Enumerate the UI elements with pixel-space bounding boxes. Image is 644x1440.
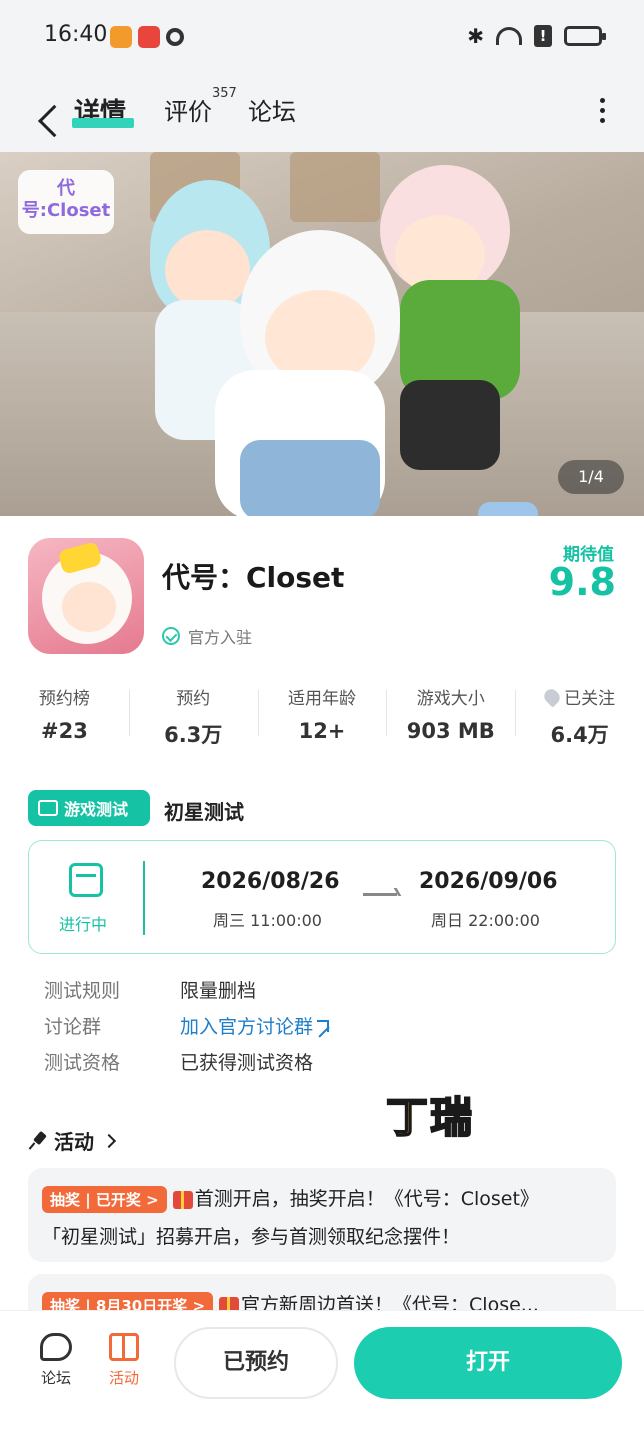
active-tab-indicator [72, 118, 134, 128]
official-badge: 官方入驻 [162, 624, 252, 648]
calendar-icon [69, 863, 103, 897]
bottom-activity-button[interactable]: 活动 [96, 1333, 152, 1388]
stat-reservations: 预约 6.3万 [128, 684, 258, 747]
test-qualification-row: 测试资格 已获得测试资格 [44, 1052, 314, 1074]
stat-rank[interactable]: 预约榜 #23 [0, 684, 129, 746]
external-link-icon [317, 1019, 330, 1032]
app-notification-icon [110, 26, 132, 48]
start-time: 周三 11:00:00 [213, 911, 322, 930]
more-options-icon[interactable] [600, 98, 606, 128]
test-rule-row: 测试规则 限量删档 [44, 980, 257, 1002]
app-title: 代号：Closet [162, 561, 345, 594]
gift-box-icon [109, 1333, 139, 1361]
status-time: 16:40 [44, 22, 108, 47]
test-schedule-card: 进行中 2026/08/26 周三 11:00:00 2026/09/06 周日… [28, 840, 616, 954]
game-logo: 代号:Closet [18, 170, 114, 234]
banner-page-indicator: 1/4 [558, 460, 624, 494]
suitcase-blue [478, 502, 538, 516]
pin-icon [30, 1132, 48, 1150]
stats-row: 预约榜 #23 预约 6.3万 适用年龄 12+ 游戏大小 903 MB 已关注… [0, 684, 644, 747]
battery-icon [564, 26, 606, 46]
activities-header[interactable]: 活动 [30, 1126, 117, 1155]
watermark-text: 丁瑞 [385, 1092, 475, 1143]
discussion-group-row: 讨论群 加入官方讨论群 [44, 1012, 330, 1039]
chat-bubble-icon [40, 1333, 72, 1361]
test-icon [38, 800, 58, 816]
review-count: 357 [212, 86, 237, 101]
bluetooth-icon: ✱ [467, 24, 484, 48]
game-test-badge: 游戏测试 [28, 790, 150, 826]
alert-icon: ! [534, 25, 552, 47]
bottom-action-bar: 论坛 活动 已预约 打开 [0, 1310, 644, 1440]
bottom-forum-button[interactable]: 论坛 [28, 1333, 84, 1388]
activity-card[interactable]: 抽奖 | 已开奖 > 首测开启，抽奖开启！《代号：Closet》 「初星测试」招募… [28, 1168, 616, 1262]
end-date: 2026/09/06 [419, 869, 558, 894]
official-label: 官方入驻 [188, 628, 253, 647]
test-status: 进行中 [59, 915, 108, 934]
stat-game-size: 游戏大小 903 MB [386, 684, 515, 746]
reserved-button[interactable]: 已预约 [174, 1327, 338, 1399]
hero-banner[interactable]: 代号:Closet 1/4 [0, 152, 644, 516]
end-time: 周日 22:00:00 [431, 911, 540, 930]
tab-review[interactable]: 评价 [164, 92, 212, 127]
video-app-icon [138, 26, 160, 48]
eye-app-icon [166, 28, 184, 46]
back-arrow-icon[interactable] [30, 94, 58, 130]
heart-icon [541, 685, 563, 708]
top-nav: 详情 评价 357 论坛 [0, 76, 644, 152]
status-bar: 16:40 ✱ ! [0, 0, 644, 76]
test-title: 初星测试 [164, 800, 244, 824]
open-button[interactable]: 打开 [354, 1327, 622, 1399]
stat-age-rating[interactable]: 适用年龄 12+ [257, 684, 387, 746]
status-system-icons: ✱ ! [467, 24, 606, 48]
join-group-link[interactable]: 加入官方讨论群 [180, 1012, 330, 1039]
stat-followed[interactable]: 已关注 6.4万 [515, 684, 644, 747]
tab-forum[interactable]: 论坛 [248, 92, 296, 127]
lottery-badge: 抽奖 | 已开奖 > [42, 1186, 167, 1213]
expect-score: 9.8 [548, 560, 616, 604]
status-app-icons [110, 26, 184, 48]
verified-check-icon [162, 627, 180, 645]
gift-icon [172, 1190, 193, 1209]
start-date: 2026/08/26 [201, 869, 340, 894]
app-icon [28, 538, 144, 654]
arrow-right-icon [363, 893, 397, 896]
chevron-right-icon [101, 1133, 117, 1148]
wifi-icon [496, 27, 522, 45]
